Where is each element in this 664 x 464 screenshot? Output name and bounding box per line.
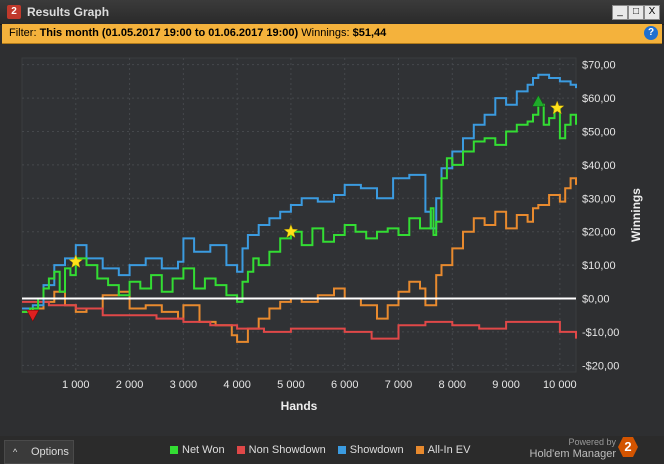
x-tick-label: 1 000	[62, 379, 90, 391]
y-tick-label: -$20,00	[582, 360, 619, 372]
x-tick-label: 5 000	[277, 379, 305, 391]
options-button[interactable]: ^ Options	[4, 440, 74, 464]
legend-swatch	[236, 446, 245, 455]
x-tick-label: 9 000	[492, 379, 520, 391]
hm2-logo-icon: 2	[618, 437, 638, 457]
legend-swatch	[415, 446, 424, 455]
legend-label: Showdown	[349, 444, 404, 456]
x-tick-label: 4 000	[223, 379, 251, 391]
winnings-label: Winnings:	[301, 27, 350, 39]
y-axis-label: Winnings	[629, 188, 643, 242]
legend-label: Non Showdown	[248, 444, 326, 456]
winnings-value: $51,44	[352, 27, 387, 39]
x-tick-label: 6 000	[331, 379, 359, 391]
plot-area	[21, 57, 577, 373]
x-tick-label: 7 000	[385, 379, 413, 391]
x-tick-label: 10 000	[543, 379, 577, 391]
filter-label: Filter:	[9, 27, 37, 39]
brand-name: Hold'em Manager	[529, 448, 616, 460]
results-chart: $70,00 $60,00 $50,00 $40,00 $30,00 $20,00 $10,…	[0, 44, 664, 436]
minimize-button[interactable]: _	[612, 5, 628, 20]
window-title: Results Graph	[27, 5, 110, 19]
legend-item-non-showdown[interactable]: Non Showdown	[236, 444, 326, 456]
legend-label: All-In EV	[427, 444, 471, 456]
y-tick-label: $10,00	[582, 260, 616, 272]
close-button[interactable]: X	[644, 5, 660, 20]
filter-value: This month (01.05.2017 19:00 to 01.06.20…	[39, 27, 299, 39]
powered-by: Powered by Hold'em Manager	[530, 436, 616, 460]
legend-swatch	[170, 446, 178, 455]
caret-up-icon: ^	[13, 447, 18, 457]
bottom-bar: ^ Options Net Won Non Showdown Showdown …	[0, 436, 664, 464]
x-tick-label: 2 000	[116, 379, 144, 391]
legend-item-showdown[interactable]: Showdown	[337, 444, 404, 456]
options-label: Options	[31, 446, 69, 458]
y-tick-label: $60,00	[582, 93, 616, 105]
legend-label: Net Won	[182, 444, 225, 456]
help-icon[interactable]: ?	[644, 26, 658, 40]
title-bar: 2 Results Graph _ □ X	[0, 0, 664, 25]
y-tick-label: $70,00	[582, 60, 616, 72]
legend-swatch	[337, 446, 346, 455]
y-tick-label: -$10,00	[582, 327, 619, 339]
chart-svg: $70,00 $60,00 $50,00 $40,00 $30,00 $20,00 $10,…	[0, 44, 664, 436]
legend-item-net-won[interactable]: Net Won	[170, 444, 225, 456]
legend-item-all-in-ev[interactable]: All-In EV	[415, 444, 471, 456]
y-tick-label: $40,00	[582, 160, 616, 172]
powered-by-text: Powered by	[568, 437, 616, 447]
maximize-button[interactable]: □	[628, 5, 644, 20]
y-tick-label: $30,00	[582, 193, 616, 205]
x-tick-label: 3 000	[170, 379, 198, 391]
x-tick-label: 8 000	[439, 379, 467, 391]
y-tick-label: $50,00	[582, 126, 616, 138]
filter-bar: Filter: This month (01.05.2017 19:00 to …	[2, 24, 662, 44]
x-axis-label: Hands	[281, 399, 318, 413]
app-icon: 2	[7, 5, 21, 19]
chart-legend: Net Won Non Showdown Showdown All-In EV	[170, 444, 479, 456]
y-tick-label: $0,00	[582, 294, 610, 306]
y-tick-label: $20,00	[582, 227, 616, 239]
